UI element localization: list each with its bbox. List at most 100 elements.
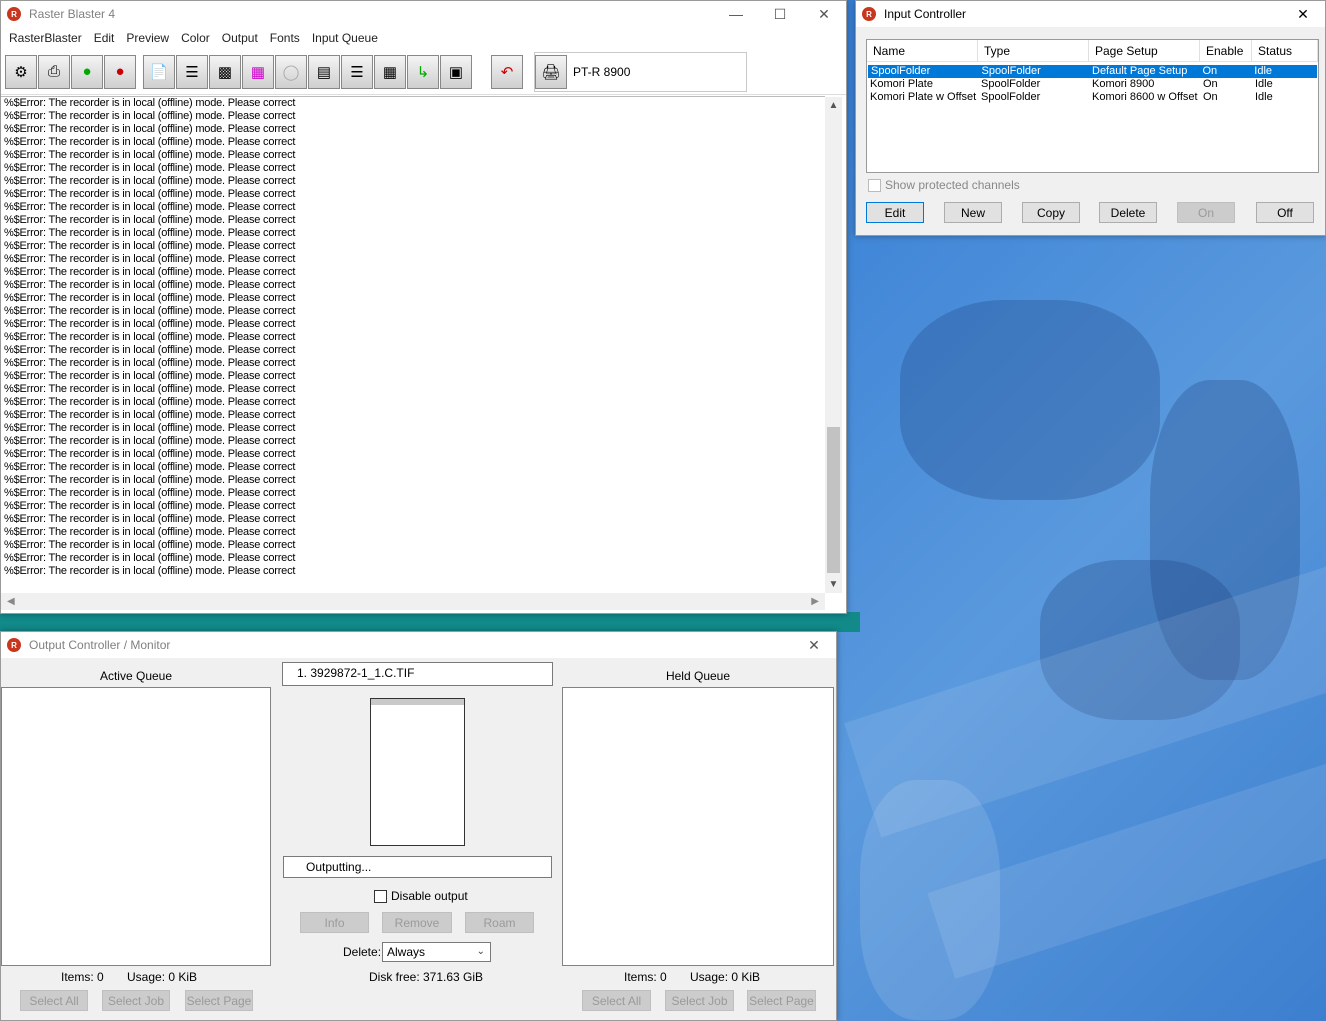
log-line: %$Error: The recorder is in local (offli…: [4, 461, 296, 473]
menu-color[interactable]: Color: [175, 31, 216, 45]
log-line: %$Error: The recorder is in local (offli…: [4, 175, 296, 187]
log-line: %$Error: The recorder is in local (offli…: [4, 513, 296, 525]
scroll-down-icon[interactable]: ▼: [825, 576, 842, 593]
output-controller-title: Output Controller / Monitor: [29, 638, 171, 652]
log-vertical-scrollbar[interactable]: ▲ ▼: [825, 97, 842, 593]
chevron-down-icon: ⌄: [476, 946, 485, 957]
image-window-icon[interactable]: ▩: [209, 54, 241, 89]
cell-status: Idle: [1255, 78, 1273, 90]
active-select-page-button: Select Page: [185, 990, 253, 1011]
scroll-thumb[interactable]: [827, 427, 840, 573]
cell-status: Idle: [1255, 91, 1273, 103]
log-line: %$Error: The recorder is in local (offli…: [4, 214, 296, 226]
scroll-up-icon[interactable]: ▲: [825, 97, 842, 114]
output-controller-titlebar[interactable]: R Output Controller / Monitor ✕: [1, 632, 836, 658]
col-page-setup[interactable]: Page Setup: [1089, 40, 1200, 61]
window-layout-icon[interactable]: ▣: [440, 54, 472, 89]
log-line: %$Error: The recorder is in local (offli…: [4, 279, 296, 291]
log-horizontal-scrollbar[interactable]: ◀ ▶: [1, 593, 825, 610]
off-button[interactable]: Off: [1256, 202, 1314, 223]
maximize-icon[interactable]: ☐: [758, 1, 802, 27]
log-line: %$Error: The recorder is in local (offli…: [4, 201, 296, 213]
film-icon[interactable]: ▤: [308, 54, 340, 89]
output-controller-window: R Output Controller / Monitor ✕ Active Q…: [0, 631, 837, 1021]
input-controller-title: Input Controller: [884, 7, 967, 21]
log-line: %$Error: The recorder is in local (offli…: [4, 370, 296, 382]
cell-status: Idle: [1254, 65, 1273, 77]
main-titlebar[interactable]: R Raster Blaster 4 — ☐ ✕: [1, 1, 846, 27]
log-line: %$Error: The recorder is in local (offli…: [4, 123, 296, 135]
delete-select-value: Always: [387, 945, 426, 959]
held-queue-label: Held Queue: [665, 669, 731, 683]
input-controller-titlebar[interactable]: R Input Controller ✕: [856, 1, 1325, 27]
active-queue-list[interactable]: [1, 687, 271, 966]
edit-button[interactable]: Edit: [866, 202, 924, 223]
menu-output[interactable]: Output: [216, 31, 264, 45]
menu-input-queue[interactable]: Input Queue: [306, 31, 384, 45]
close-icon[interactable]: ✕: [1281, 1, 1325, 27]
checkbox-box[interactable]: [374, 889, 387, 903]
checkbox-box[interactable]: [868, 178, 881, 192]
log-line: %$Error: The recorder is in local (offli…: [4, 110, 296, 122]
new-button[interactable]: New: [944, 202, 1002, 223]
stack-icon[interactable]: ☰: [341, 54, 373, 89]
output-status-field: Outputting...: [283, 856, 552, 878]
close-icon[interactable]: ✕: [802, 1, 846, 27]
menu-edit[interactable]: Edit: [88, 31, 121, 45]
delete-select[interactable]: Always ⌄: [382, 942, 491, 962]
disable-output-label: Disable output: [391, 889, 468, 903]
col-status[interactable]: Status: [1252, 40, 1318, 61]
active-select-all-button: Select All: [20, 990, 88, 1011]
show-protected-checkbox[interactable]: Show protected channels: [868, 178, 1020, 192]
devices-icon[interactable]: ⚙: [5, 54, 37, 89]
log-line: %$Error: The recorder is in local (offli…: [4, 383, 296, 395]
message-log[interactable]: %$Error: The recorder is in local (offli…: [1, 96, 825, 590]
log-line: %$Error: The recorder is in local (offli…: [4, 487, 296, 499]
log-line: %$Error: The recorder is in local (offli…: [4, 344, 296, 356]
red-arrow-icon[interactable]: ↶: [491, 54, 523, 89]
go-light-icon[interactable]: ●: [71, 54, 103, 89]
held-queue-list[interactable]: [562, 687, 834, 966]
log-line: %$Error: The recorder is in local (offli…: [4, 253, 296, 265]
document-icon[interactable]: 📄: [143, 54, 175, 89]
log-line: %$Error: The recorder is in local (offli…: [4, 526, 296, 538]
table-row[interactable]: Komori Plate w Offset SpoolFolder Komori…: [867, 91, 1318, 104]
scroll-left-icon[interactable]: ◀: [7, 596, 15, 607]
log-line: %$Error: The recorder is in local (offli…: [4, 227, 296, 239]
table-row[interactable]: Komori Plate SpoolFolder Komori 8900 On …: [867, 78, 1318, 91]
color-bars-icon[interactable]: ▦: [242, 54, 274, 89]
disable-output-checkbox[interactable]: Disable output: [374, 889, 468, 903]
printer-icon: 🖨: [535, 54, 567, 89]
log-line: %$Error: The recorder is in local (offli…: [4, 435, 296, 447]
log-line: %$Error: The recorder is in local (offli…: [4, 240, 296, 252]
log-line: %$Error: The recorder is in local (offli…: [4, 149, 296, 161]
log-line: %$Error: The recorder is in local (offli…: [4, 266, 296, 278]
col-enable[interactable]: Enable: [1200, 40, 1252, 61]
log-line: %$Error: The recorder is in local (offli…: [4, 448, 296, 460]
delete-label: Delete:: [343, 945, 382, 959]
channel-list[interactable]: Name Type Page Setup Enable Status Spool…: [866, 39, 1319, 173]
menu-rasterblaster[interactable]: RasterBlaster: [3, 31, 88, 45]
minimize-icon[interactable]: —: [714, 1, 758, 27]
green-arrow-icon[interactable]: ↳: [407, 54, 439, 89]
col-name[interactable]: Name: [867, 40, 978, 61]
printer-setup-icon[interactable]: ⎙: [38, 54, 70, 89]
printer-selector[interactable]: 🖨 PT-R 8900: [534, 51, 748, 92]
close-icon[interactable]: ✕: [792, 632, 836, 658]
stop-light-icon[interactable]: ●: [104, 54, 136, 89]
log-line: %$Error: The recorder is in local (offli…: [4, 136, 296, 148]
menu-fonts[interactable]: Fonts: [264, 31, 306, 45]
menu-preview[interactable]: Preview: [120, 31, 175, 45]
log-line: %$Error: The recorder is in local (offli…: [4, 539, 296, 551]
cell-name: Komori Plate: [870, 78, 933, 90]
grid-icon[interactable]: ▦: [374, 54, 406, 89]
col-type[interactable]: Type: [978, 40, 1089, 61]
raster-blaster-window: R Raster Blaster 4 — ☐ ✕ RasterBlaster E…: [0, 0, 847, 614]
scroll-right-icon[interactable]: ▶: [811, 596, 819, 607]
table-row[interactable]: SpoolFolder SpoolFolder Default Page Set…: [868, 65, 1317, 78]
delete-button[interactable]: Delete: [1099, 202, 1157, 223]
page-list-icon[interactable]: ☰: [176, 54, 208, 89]
copy-button[interactable]: Copy: [1022, 202, 1080, 223]
current-file-field: 1. 3929872-1_1.C.TIF: [282, 662, 553, 686]
active-usage: Usage: 0 KiB: [127, 970, 198, 984]
